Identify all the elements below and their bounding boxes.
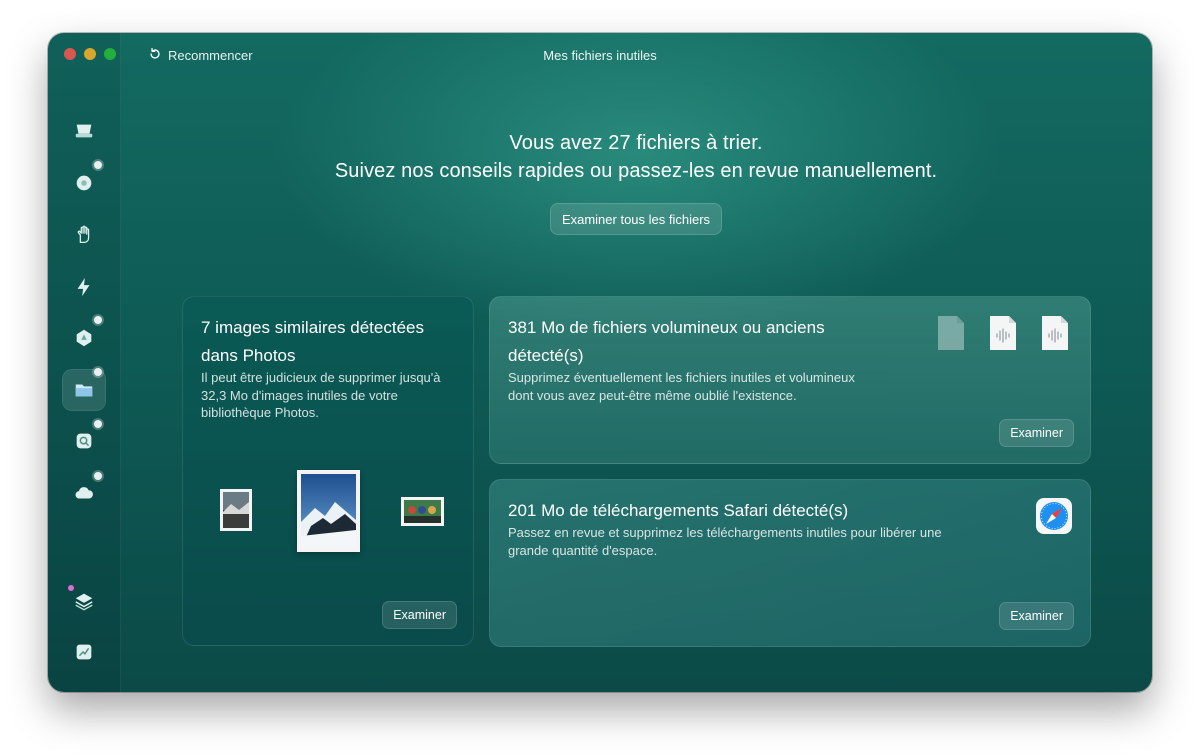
examine-large-files-button[interactable]: Examiner: [999, 419, 1074, 447]
large-old-files-card: 381 Mo de fichiers volumineux ou anciens…: [489, 296, 1091, 464]
card-description-line-2: grande quantité d'espace.: [508, 542, 658, 558]
notification-badge: [94, 472, 102, 480]
notification-badge: [94, 161, 102, 169]
card-title-line-2: détecté(s): [508, 346, 584, 365]
sidebar-item-assistant[interactable]: [70, 587, 98, 615]
sidebar: [48, 33, 121, 692]
sidebar-item-speed[interactable]: [70, 273, 98, 301]
examine-similar-photos-button[interactable]: Examiner: [382, 601, 457, 629]
safari-icon: [1035, 497, 1073, 535]
photo-thumbnail: [220, 489, 252, 531]
card-description-line-2: dont vous avez peut-être même oublié l'e…: [508, 387, 797, 403]
folder-icon: [75, 384, 93, 397]
apps-icon: [76, 329, 92, 347]
card-title: 7 images similaires détectées dans Photo…: [201, 318, 424, 365]
photo-thumbnail: [401, 497, 444, 526]
search-disk-icon: [76, 433, 92, 449]
sidebar-item-applications[interactable]: [70, 324, 98, 352]
card-title: 201 Mo de téléchargements Safari détecté…: [508, 501, 849, 520]
notification-badge: [94, 316, 102, 324]
headline-line-2: Suivez nos conseils rapides ou passez-le…: [334, 160, 938, 182]
document-icon: [936, 314, 966, 352]
headline-line-1: Vous avez 27 fichiers à trier.: [509, 132, 763, 154]
review-all-files-button[interactable]: Examiner tous les fichiers: [550, 203, 722, 235]
sidebar-item-cloud[interactable]: [70, 479, 98, 507]
disk-icon: [75, 124, 93, 138]
lightning-icon: [77, 277, 90, 297]
app-window: Recommencer Mes fichiers inutiles Vous a…: [48, 33, 1152, 692]
card-description: Passez en revue et supprimez les télécha…: [508, 524, 942, 559]
similar-photos-card: 7 images similaires détectées dans Photo…: [182, 296, 474, 646]
card-description-line-1: Passez en revue et supprimez les télécha…: [508, 525, 942, 540]
cloud-icon: [75, 487, 93, 499]
card-description: Supprimez éventuellement les fichiers in…: [508, 369, 855, 404]
globe-icon: [76, 175, 92, 191]
notification-badge: [94, 420, 102, 428]
sidebar-item-protection[interactable]: [70, 169, 98, 197]
card-title: 381 Mo de fichiers volumineux ou anciens…: [508, 314, 825, 370]
audio-file-icon: [988, 314, 1018, 352]
layers-icon: [75, 593, 93, 611]
headline: Vous avez 27 fichiers à trier. Suivez no…: [120, 129, 1152, 185]
sidebar-item-space-lens[interactable]: [70, 427, 98, 455]
safari-downloads-card: 201 Mo de téléchargements Safari détecté…: [489, 479, 1091, 647]
sidebar-item-disk[interactable]: [70, 117, 98, 145]
examine-safari-downloads-button[interactable]: Examiner: [999, 602, 1074, 630]
card-description-line-1: Supprimez éventuellement les fichiers in…: [508, 370, 855, 385]
card-title-line-1: 381 Mo de fichiers volumineux ou anciens: [508, 318, 825, 337]
card-description: Il peut être judicieux de supprimer jusq…: [201, 370, 441, 420]
sidebar-item-privacy[interactable]: [70, 221, 98, 249]
window-title: Mes fichiers inutiles: [543, 48, 657, 63]
notification-badge: [94, 368, 102, 376]
hand-icon: [77, 225, 90, 243]
audio-file-icon: [1040, 314, 1070, 352]
sidebar-item-monitor[interactable]: [70, 638, 98, 666]
photo-thumbnail-main: [297, 470, 360, 552]
chart-icon: [76, 644, 92, 660]
